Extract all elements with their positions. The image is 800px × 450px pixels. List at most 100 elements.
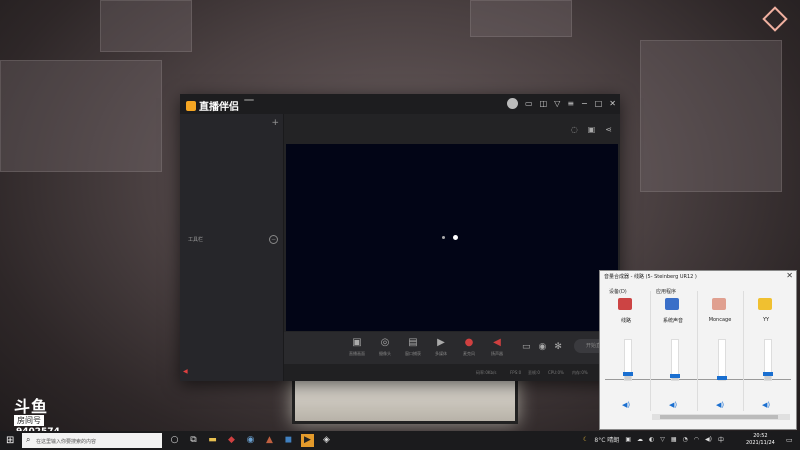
mute-icon[interactable]: ◀	[183, 368, 188, 375]
tray-icon[interactable]: ☁	[637, 436, 643, 443]
sidebar-item-label[interactable]: 工具栏	[188, 236, 203, 243]
ime-icon[interactable]: 中	[718, 435, 724, 444]
version-badge[interactable]	[244, 99, 254, 101]
windows-start-icon[interactable]: ⊞	[6, 435, 14, 446]
speaker-icon: ◀	[493, 337, 501, 348]
status-memory: 内存:0%	[572, 370, 588, 375]
preview-canvas[interactable]	[286, 144, 618, 331]
status-cpu: CPU:0%	[548, 370, 564, 375]
minimize-icon[interactable]: −	[581, 98, 588, 109]
tool-label: 多媒体	[435, 351, 447, 356]
background-shelf	[100, 0, 192, 52]
slider-thumb[interactable]	[763, 372, 773, 376]
task-view-icon[interactable]: ○	[168, 434, 181, 447]
search-box[interactable]: ⌕ 在这里输入你要搜索的内容	[22, 433, 162, 448]
brand-logo: 斗鱼	[14, 397, 49, 416]
search-icon: ⌕	[26, 435, 31, 444]
message-icon[interactable]: ▭	[525, 98, 533, 109]
collapse-icon[interactable]: −	[269, 235, 278, 244]
status-fps: FPS:0	[510, 370, 522, 375]
scene-panel: + 工具栏 −	[180, 114, 284, 381]
wifi-icon[interactable]: ◠	[694, 436, 699, 443]
tool-label: 摄像头	[379, 351, 391, 356]
tray-icon[interactable]: ▣	[625, 436, 631, 443]
volume-icon[interactable]: ◀)	[669, 401, 677, 409]
add-scene-icon[interactable]: +	[271, 118, 279, 128]
device-icon	[618, 298, 632, 310]
gift-icon[interactable]: ▽	[554, 98, 560, 109]
close-icon[interactable]: ✕	[609, 98, 616, 109]
weather-text[interactable]: 8°C 晴朗	[594, 435, 619, 444]
horizontal-scrollbar[interactable]	[652, 414, 790, 420]
streaming-app-window: 直播伴侣 ▭ ◫ ▽ ≡ − □ ✕ + 工具栏 − ◌ ▣ ⋖ ▣ 直播画面 ◎…	[180, 94, 620, 381]
volume-slider[interactable]	[623, 339, 633, 381]
tray-icon[interactable]: ▦	[671, 436, 677, 443]
tool-window[interactable]: ▤ 窗口捕获	[400, 337, 426, 357]
tool-label: 扬声器	[491, 351, 503, 356]
slider-thumb[interactable]	[623, 372, 633, 376]
feedback-icon[interactable]: ◫	[540, 98, 548, 109]
volume-icon[interactable]: ◀)	[622, 401, 630, 409]
weather-icon[interactable]: ☾	[583, 436, 588, 443]
tool-screen-capture[interactable]: ▣ 直播画面	[344, 337, 370, 357]
volume-slider[interactable]	[717, 339, 727, 381]
header-tools: ◌ ▣ ⋖	[571, 125, 612, 134]
layout-icon[interactable]: ▣	[588, 125, 596, 134]
app-logo-icon	[186, 100, 196, 111]
douyu-watermark: 斗鱼 房间号 9402574	[14, 393, 60, 437]
avatar[interactable]	[507, 98, 519, 109]
volume-slider[interactable]	[670, 339, 680, 381]
maximize-icon[interactable]: □	[595, 98, 603, 109]
mic-icon: ●	[464, 337, 474, 348]
menu-icon[interactable]: ≡	[567, 98, 574, 109]
settings-icon[interactable]: ◌	[571, 125, 578, 134]
tray-icon[interactable]: ◐	[649, 436, 654, 443]
slider-thumb[interactable]	[670, 374, 680, 378]
mixer-title: 音量合成器 - 线路 (5- Steinberg UR12 )	[604, 274, 697, 280]
gear-icon[interactable]: ✻	[554, 342, 562, 352]
tool-camera[interactable]: ◎ 摄像头	[372, 337, 398, 357]
window-icon: ▤	[408, 337, 418, 348]
tool-label: 麦克风	[463, 351, 475, 356]
scrollbar-thumb[interactable]	[660, 415, 778, 419]
yy-icon	[758, 298, 772, 310]
volume-icon[interactable]: ◀)	[762, 401, 770, 409]
status-bar: 码率:0Kb/s FPS:0 丢帧:0 CPU:0% 内存:0%	[284, 364, 620, 381]
eye-icon[interactable]: ◉	[539, 342, 547, 352]
volume-icon[interactable]: ◀)	[705, 436, 712, 443]
tray-icon[interactable]: ▽	[660, 436, 665, 443]
device-label: 设备(D)	[609, 289, 627, 295]
apps-label: 应用程序	[656, 289, 677, 295]
close-icon[interactable]: ✕	[786, 271, 793, 280]
app-icon[interactable]: ▲	[263, 434, 276, 447]
app-icon[interactable]: ◆	[225, 434, 238, 447]
loading-dot	[442, 236, 445, 239]
volume-mixer-window: 音量合成器 - 线路 (5- Steinberg UR12 ) ✕ 设备(D) …	[599, 270, 797, 430]
tool-mic[interactable]: ● 麦克风	[456, 337, 482, 357]
volume-slider[interactable]	[763, 339, 773, 381]
status-dropped: 丢帧:0	[528, 370, 540, 375]
record-icon[interactable]: ▭	[522, 342, 531, 352]
clock-date: 2021/11/24	[746, 440, 775, 446]
tool-video[interactable]: ▶ 多媒体	[428, 337, 454, 357]
tool-speaker[interactable]: ◀ 扬声器	[484, 337, 510, 357]
file-explorer-icon[interactable]: ▬	[206, 434, 219, 447]
clock-time: 20:52	[753, 433, 768, 439]
source-toolbar: ▣ 直播画面 ◎ 摄像头 ▤ 窗口捕获 ▶ 多媒体 ● 麦克风 ◀ 扬声器 ▭ ◉ ✻ 开始…	[284, 332, 620, 364]
channel-name[interactable]: 线路	[604, 317, 648, 324]
background-shelf	[640, 40, 782, 192]
background-shelf	[470, 0, 572, 37]
slider-thumb[interactable]	[717, 376, 727, 380]
camera-icon: ◎	[380, 337, 390, 348]
tray-icon[interactable]: ◔	[683, 436, 688, 443]
share-icon[interactable]: ⋖	[605, 125, 612, 134]
loading-dot	[453, 235, 458, 240]
steam-icon[interactable]: ◉	[244, 434, 257, 447]
multitask-icon[interactable]: ⧉	[187, 434, 200, 447]
streaming-app-icon[interactable]: ▶	[301, 434, 314, 447]
shield-icon[interactable]: ◈	[320, 434, 333, 447]
clock[interactable]: 20:52 2021/11/24	[746, 433, 775, 447]
app-icon[interactable]: ◼	[282, 434, 295, 447]
volume-icon[interactable]: ◀)	[716, 401, 724, 409]
notification-icon[interactable]: ▭	[786, 436, 793, 444]
